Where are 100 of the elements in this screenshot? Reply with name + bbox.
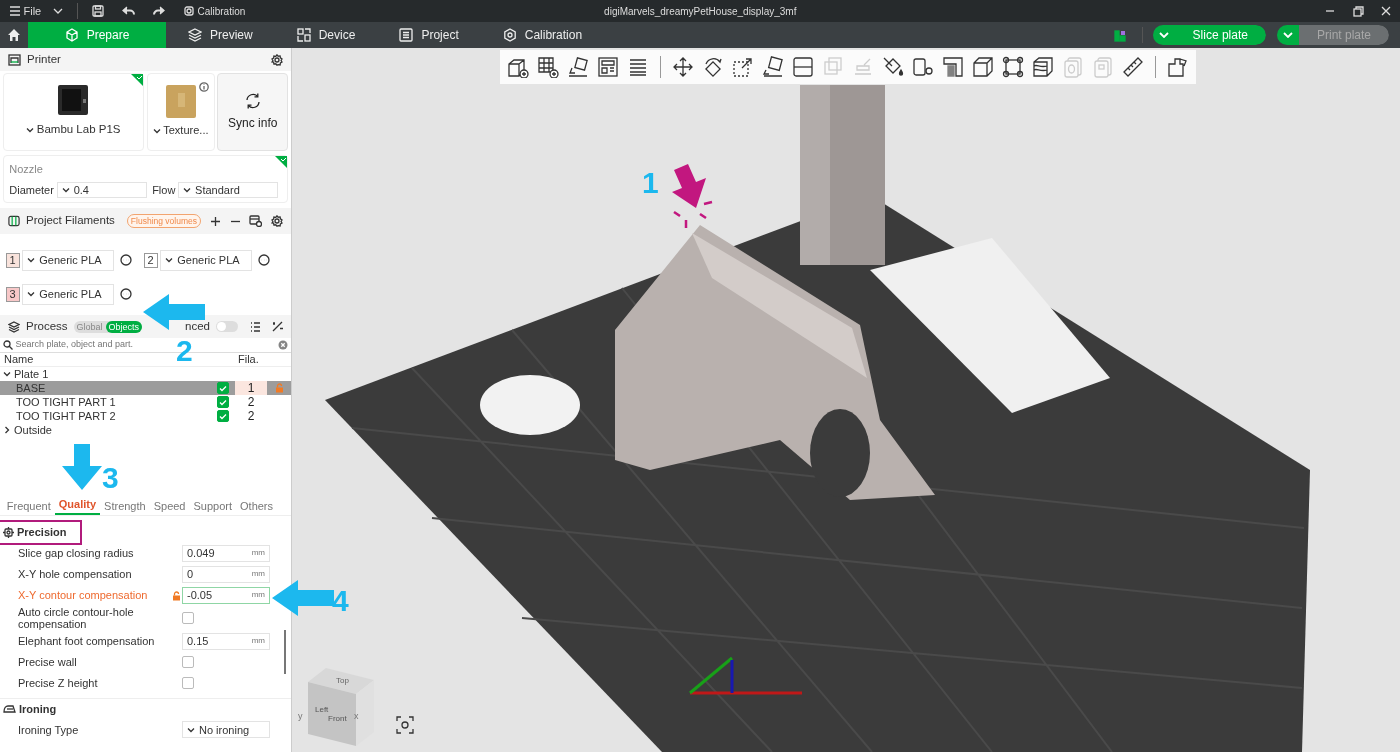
setting-label: X-Y hole compensation (18, 566, 133, 582)
tab[interactable]: Device (274, 22, 378, 48)
section-title: Project Filaments (26, 213, 115, 229)
lines-icon[interactable] (627, 56, 649, 78)
cube-icon[interactable] (972, 56, 994, 78)
sync-button[interactable]: Sync info (217, 73, 289, 151)
filament-number: 2 (143, 252, 158, 268)
checkbox[interactable] (217, 382, 229, 394)
flow-dropdown[interactable]: Standard (178, 181, 279, 198)
stack-icon[interactable] (1032, 56, 1054, 78)
lay-on-face-icon[interactable] (762, 56, 784, 78)
settings-tab[interactable]: Speed (149, 497, 190, 515)
tree-row[interactable]: TOO TIGHT PART 1 2 (0, 395, 291, 409)
number-field[interactable]: 0.049 mm (182, 544, 270, 562)
tab[interactable]: Calibration (480, 22, 605, 48)
checkbox[interactable] (182, 656, 194, 669)
ruler-icon[interactable] (1122, 56, 1144, 78)
chevron-icon[interactable] (3, 426, 11, 434)
diameter-dropdown[interactable]: 0.4 (56, 181, 147, 198)
caret-icon (27, 291, 36, 297)
arrange-icon[interactable] (567, 56, 589, 78)
settings-icon[interactable] (271, 215, 283, 228)
seam-icon[interactable] (1002, 56, 1024, 78)
filament-index[interactable]: 1 (235, 381, 267, 395)
caret-icon (152, 127, 161, 134)
dropdown-button[interactable] (1152, 25, 1175, 45)
filament-index[interactable]: 2 (235, 409, 267, 423)
setting-label: Slice gap closing radius (18, 545, 135, 561)
settings-tab[interactable]: Support (189, 497, 236, 515)
filament-dropdown[interactable]: Generic PLA (22, 283, 115, 305)
column-header: Fila. (238, 352, 259, 368)
checkbox[interactable] (217, 396, 229, 408)
cube-plus-icon[interactable] (507, 56, 529, 78)
settings-icon[interactable] (271, 53, 283, 66)
setting-label: Precise wall (18, 655, 78, 671)
window-title: digiMarvels_dreamyPetHouse_display_3mf (604, 4, 797, 19)
plate-drawing (165, 85, 196, 119)
caret-icon (1282, 32, 1293, 38)
focus-icon[interactable] (396, 716, 414, 735)
filament-index[interactable]: 2 (235, 395, 267, 409)
caret-icon (61, 186, 70, 193)
iron-icon (3, 704, 16, 715)
checkbox[interactable] (182, 612, 194, 625)
tree-row[interactable]: BASE 1 (0, 381, 291, 395)
scale-icon[interactable] (732, 56, 754, 78)
number-field[interactable]: 0 mm (182, 565, 270, 583)
tree-row[interactable]: TOO TIGHT PART 2 2 (0, 409, 291, 423)
number-field[interactable]: 0.15 mm (182, 632, 270, 650)
plus-icon[interactable] (209, 215, 221, 227)
field-label: Flow (152, 182, 176, 198)
sync-icon (243, 92, 262, 110)
callout-number: 4 (332, 586, 349, 616)
puzzle-icon[interactable] (1167, 56, 1189, 78)
layout-icon[interactable] (597, 56, 619, 78)
filament-dropdown[interactable]: Generic PLA (22, 249, 115, 271)
caret-icon (53, 8, 64, 14)
calibration-button[interactable]: Calibration (176, 3, 252, 19)
toggle-switch[interactable] (216, 321, 238, 332)
filament-sync-icon[interactable] (249, 215, 263, 228)
move-icon[interactable] (672, 56, 694, 78)
plate-dropdown[interactable]: Texture... (152, 122, 209, 139)
clear-icon[interactable] (278, 340, 289, 350)
list-icon[interactable] (249, 321, 261, 332)
caret-icon (187, 726, 195, 733)
more-icon[interactable] (257, 254, 270, 266)
paint-bucket-icon[interactable] (882, 56, 904, 78)
layout-icon[interactable] (1114, 29, 1127, 42)
filament-dropdown[interactable]: Generic PLA (160, 249, 253, 271)
settings-tab[interactable]: Others (236, 497, 278, 515)
percent-icon[interactable] (272, 321, 283, 333)
caret-icon (27, 257, 36, 263)
checkbox[interactable] (182, 677, 194, 690)
setting-label: Elephant foot compensation (18, 634, 156, 650)
scrollbar[interactable] (284, 630, 286, 674)
section-title: Process (26, 318, 68, 334)
dropdown-button[interactable] (1276, 25, 1299, 45)
more-icon[interactable] (119, 254, 132, 266)
setting-label: X-Y contour compensation (18, 587, 149, 603)
checkbox[interactable] (217, 410, 229, 422)
settings-tab[interactable]: Strength (100, 497, 150, 515)
tab[interactable]: Project (377, 22, 481, 48)
number-field[interactable]: -0.05 mm (182, 586, 270, 604)
select-dropdown[interactable]: No ironing (182, 721, 270, 739)
printer-drawing (58, 85, 89, 116)
restore-icon (1352, 5, 1364, 17)
search-icon (2, 340, 13, 350)
tab[interactable]: Preview (166, 22, 275, 48)
lock-icon[interactable] (172, 590, 181, 601)
field-label: Nozzle (9, 162, 43, 177)
grid-plus-icon[interactable] (537, 56, 559, 78)
filament-number: 3 (5, 286, 20, 302)
settings-tab[interactable]: Quality (54, 495, 101, 515)
printer-dropdown[interactable]: Bambu Lab P1S (20, 121, 127, 139)
settings-tab[interactable]: Frequent (2, 497, 55, 515)
more-icon[interactable] (119, 288, 132, 300)
chevron-icon[interactable] (3, 370, 11, 378)
hexagon-icon (502, 28, 517, 42)
menu-icon (8, 6, 21, 16)
split-icon[interactable] (792, 56, 814, 78)
file-menu[interactable]: File (2, 2, 48, 20)
